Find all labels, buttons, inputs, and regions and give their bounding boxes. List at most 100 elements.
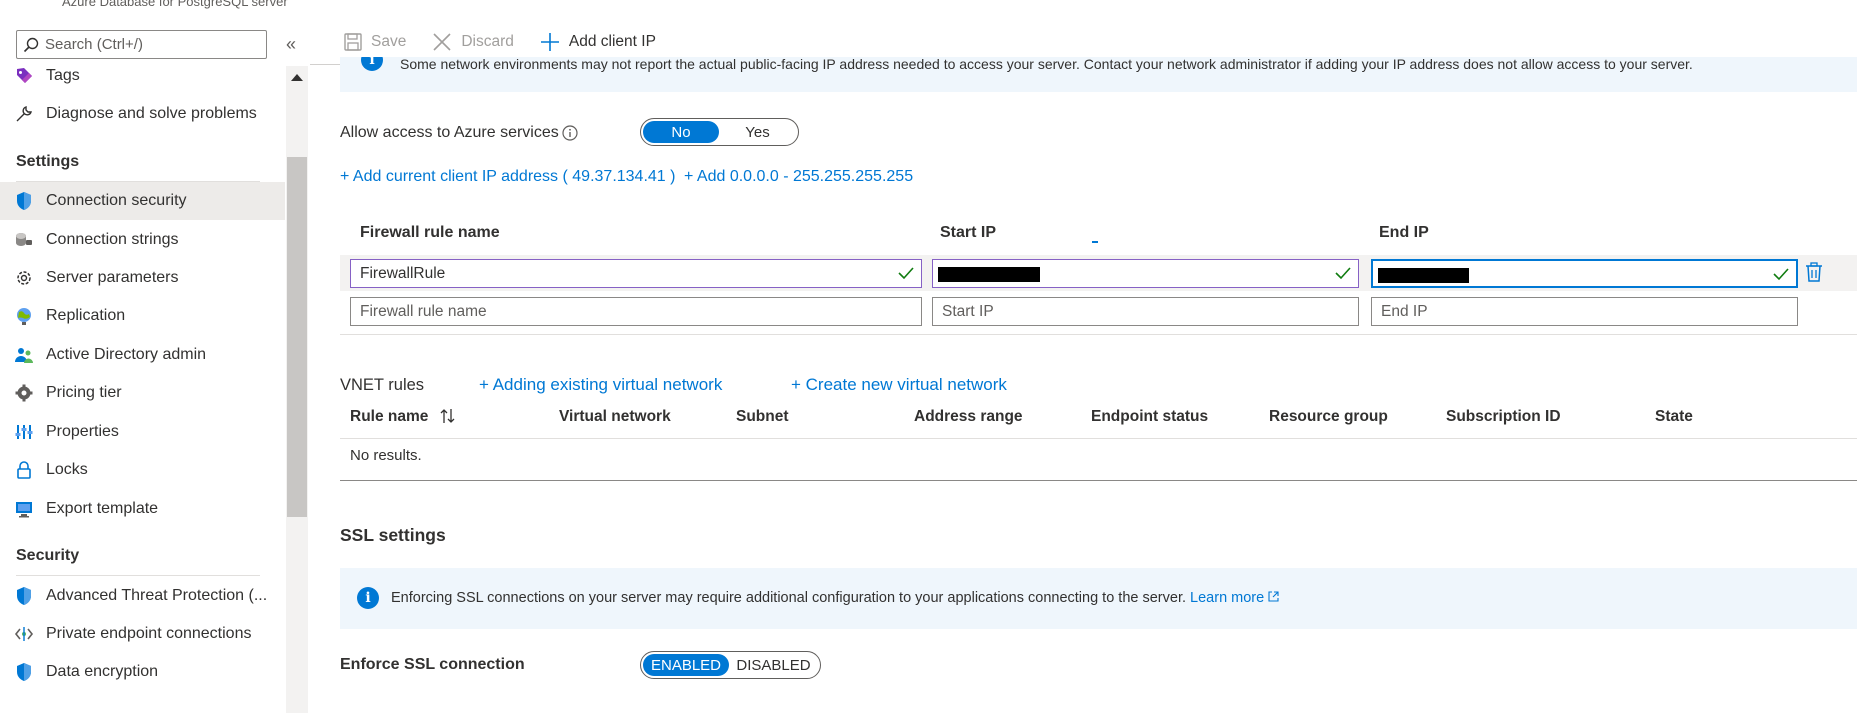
users-icon xyxy=(14,345,34,365)
nav-item-private-endpoint-connections[interactable]: Private endpoint connections xyxy=(0,615,285,653)
col-endpoint-status[interactable]: Endpoint status xyxy=(1091,408,1208,426)
learn-more-link[interactable]: Learn more xyxy=(1190,590,1279,606)
scroll-up-arrow-icon[interactable] xyxy=(291,74,303,81)
trash-icon[interactable] xyxy=(1805,262,1823,282)
nav-item-label: Connection strings xyxy=(46,231,179,248)
col-rule-name[interactable]: Rule name xyxy=(350,408,457,426)
nav-item-export-template[interactable]: Export template xyxy=(0,490,285,528)
allow-azure-label: Allow access to Azure services xyxy=(340,124,559,141)
nav-item-label: Diagnose and solve problems xyxy=(46,105,257,122)
vnet-rules-title: VNET rules xyxy=(340,376,425,394)
col-virtual-network[interactable]: Virtual network xyxy=(559,408,671,426)
search-placeholder: Search (Ctrl+/) xyxy=(45,36,143,53)
endpoint-icon xyxy=(14,624,34,644)
ssl-info-text: Enforcing SSL connections on your server… xyxy=(391,590,1187,606)
info-icon: i xyxy=(357,587,379,609)
wrench-icon xyxy=(14,104,34,124)
nav-item-label: Properties xyxy=(46,423,119,440)
vnet-empty-text: No results. xyxy=(350,447,422,464)
divider xyxy=(16,575,260,576)
plug-icon xyxy=(14,230,34,250)
nav-item-pricing-tier[interactable]: Pricing tier xyxy=(0,374,285,412)
col-state[interactable]: State xyxy=(1655,408,1693,426)
main-content: i Some network environments may not repo… xyxy=(310,0,1857,713)
divider xyxy=(340,480,1857,481)
resource-menu: Azure Database for PostgreSQL server Sea… xyxy=(0,0,310,713)
nav-item-connection-strings[interactable]: Connection strings xyxy=(0,221,285,259)
search-icon xyxy=(23,37,39,52)
create-new-vnet-link[interactable]: + Create new virtual network xyxy=(791,375,1007,395)
nav-item-label: Server parameters xyxy=(46,269,179,286)
col-firewall-rule-name: Firewall rule name xyxy=(360,224,500,241)
nav-item-data-encryption[interactable]: Data encryption xyxy=(0,653,285,691)
nav-item-connection-security[interactable]: Connection security xyxy=(0,182,285,220)
nav-item-tags[interactable]: Tags xyxy=(0,57,285,95)
col-start-ip: Start IP xyxy=(940,224,997,241)
nav-item-diagnose[interactable]: Diagnose and solve problems xyxy=(0,95,285,133)
col-subscription-id[interactable]: Subscription ID xyxy=(1446,408,1561,426)
redacted-value xyxy=(938,267,1040,282)
col-subnet[interactable]: Subnet xyxy=(736,408,789,426)
checkmark-icon xyxy=(1335,267,1351,280)
nav-item-server-parameters[interactable]: Server parameters xyxy=(0,259,285,297)
shield-icon xyxy=(14,662,34,682)
nav-item-label: Tags xyxy=(46,67,80,84)
placeholder: Firewall rule name xyxy=(360,302,487,320)
start-ip-field[interactable] xyxy=(932,259,1359,288)
add-existing-vnet-link[interactable]: + Adding existing virtual network xyxy=(479,375,722,395)
toggle-option-no[interactable]: No xyxy=(643,121,719,143)
new-start-ip-input[interactable]: Start IP xyxy=(932,297,1359,326)
sort-icon[interactable] xyxy=(439,408,457,424)
settings-section-header: Settings xyxy=(16,153,80,170)
firewall-rule-name-field[interactable]: FirewallRule xyxy=(350,259,922,288)
learn-more-label: Learn more xyxy=(1190,590,1265,606)
col-address-range[interactable]: Address range xyxy=(914,408,1023,426)
nav-item-advanced-threat-protection[interactable]: Advanced Threat Protection (... xyxy=(0,577,285,615)
toggle-option-enabled[interactable]: ENABLED xyxy=(643,654,729,676)
enforce-ssl-toggle[interactable]: ENABLED DISABLED xyxy=(640,651,821,679)
col-resource-group[interactable]: Resource group xyxy=(1269,408,1388,426)
globe-icon xyxy=(14,306,34,326)
checkmark-icon xyxy=(1773,268,1789,281)
menu-scrollbar-thumb[interactable] xyxy=(287,157,307,517)
nav-item-label: Export template xyxy=(46,500,159,517)
nav-item-label: Private endpoint connections xyxy=(46,625,252,642)
search-box[interactable]: Search (Ctrl+/) xyxy=(16,30,267,59)
checkmark-icon xyxy=(898,267,914,280)
toggle-option-yes[interactable]: Yes xyxy=(719,121,796,143)
ssl-settings-title: SSL settings xyxy=(340,525,446,545)
placeholder: Start IP xyxy=(942,302,994,320)
enforce-ssl-label: Enforce SSL connection xyxy=(340,656,525,673)
end-ip-field[interactable] xyxy=(1371,259,1798,288)
info-tooltip-icon[interactable] xyxy=(562,125,578,141)
add-full-range-link[interactable]: + Add 0.0.0.0 - 255.255.255.255 xyxy=(684,168,913,186)
nav-item-label: Data encryption xyxy=(46,663,159,680)
resource-subtitle: Azure Database for PostgreSQL server xyxy=(62,0,288,9)
nav-item-properties[interactable]: Properties xyxy=(0,413,285,451)
nav-item-replication[interactable]: Replication xyxy=(0,297,285,335)
tag-icon xyxy=(14,66,34,86)
nav-item-label: Advanced Threat Protection (... xyxy=(46,587,268,604)
export-icon xyxy=(14,499,34,519)
nav-item-label: Active Directory admin xyxy=(46,346,207,363)
collapse-menu-icon[interactable]: « xyxy=(281,31,301,57)
sliders-icon xyxy=(14,422,34,442)
security-section-header: Security xyxy=(16,547,80,564)
shield-icon xyxy=(14,191,34,211)
nav-item-locks[interactable]: Locks xyxy=(0,451,285,489)
nav-item-label: Pricing tier xyxy=(46,384,122,401)
divider xyxy=(340,334,1857,335)
allow-azure-toggle[interactable]: No Yes xyxy=(640,118,799,146)
col-end-ip: End IP xyxy=(1379,224,1429,241)
new-end-ip-input[interactable]: End IP xyxy=(1371,297,1798,326)
add-current-client-ip-link[interactable]: + Add current client IP address ( 49.37.… xyxy=(340,168,675,186)
nav-item-active-directory-admin[interactable]: Active Directory admin xyxy=(0,336,285,374)
gear-icon xyxy=(14,268,34,288)
cog-icon xyxy=(14,383,34,403)
nav-item-label: Locks xyxy=(46,461,88,478)
external-link-icon xyxy=(1268,591,1279,602)
new-firewall-rule-name-input[interactable]: Firewall rule name xyxy=(350,297,922,326)
network-info-bar: i Some network environments may not repo… xyxy=(340,57,1857,92)
ssl-info-message: Enforcing SSL connections on your server… xyxy=(391,590,1279,606)
toggle-option-disabled[interactable]: DISABLED xyxy=(729,654,818,676)
